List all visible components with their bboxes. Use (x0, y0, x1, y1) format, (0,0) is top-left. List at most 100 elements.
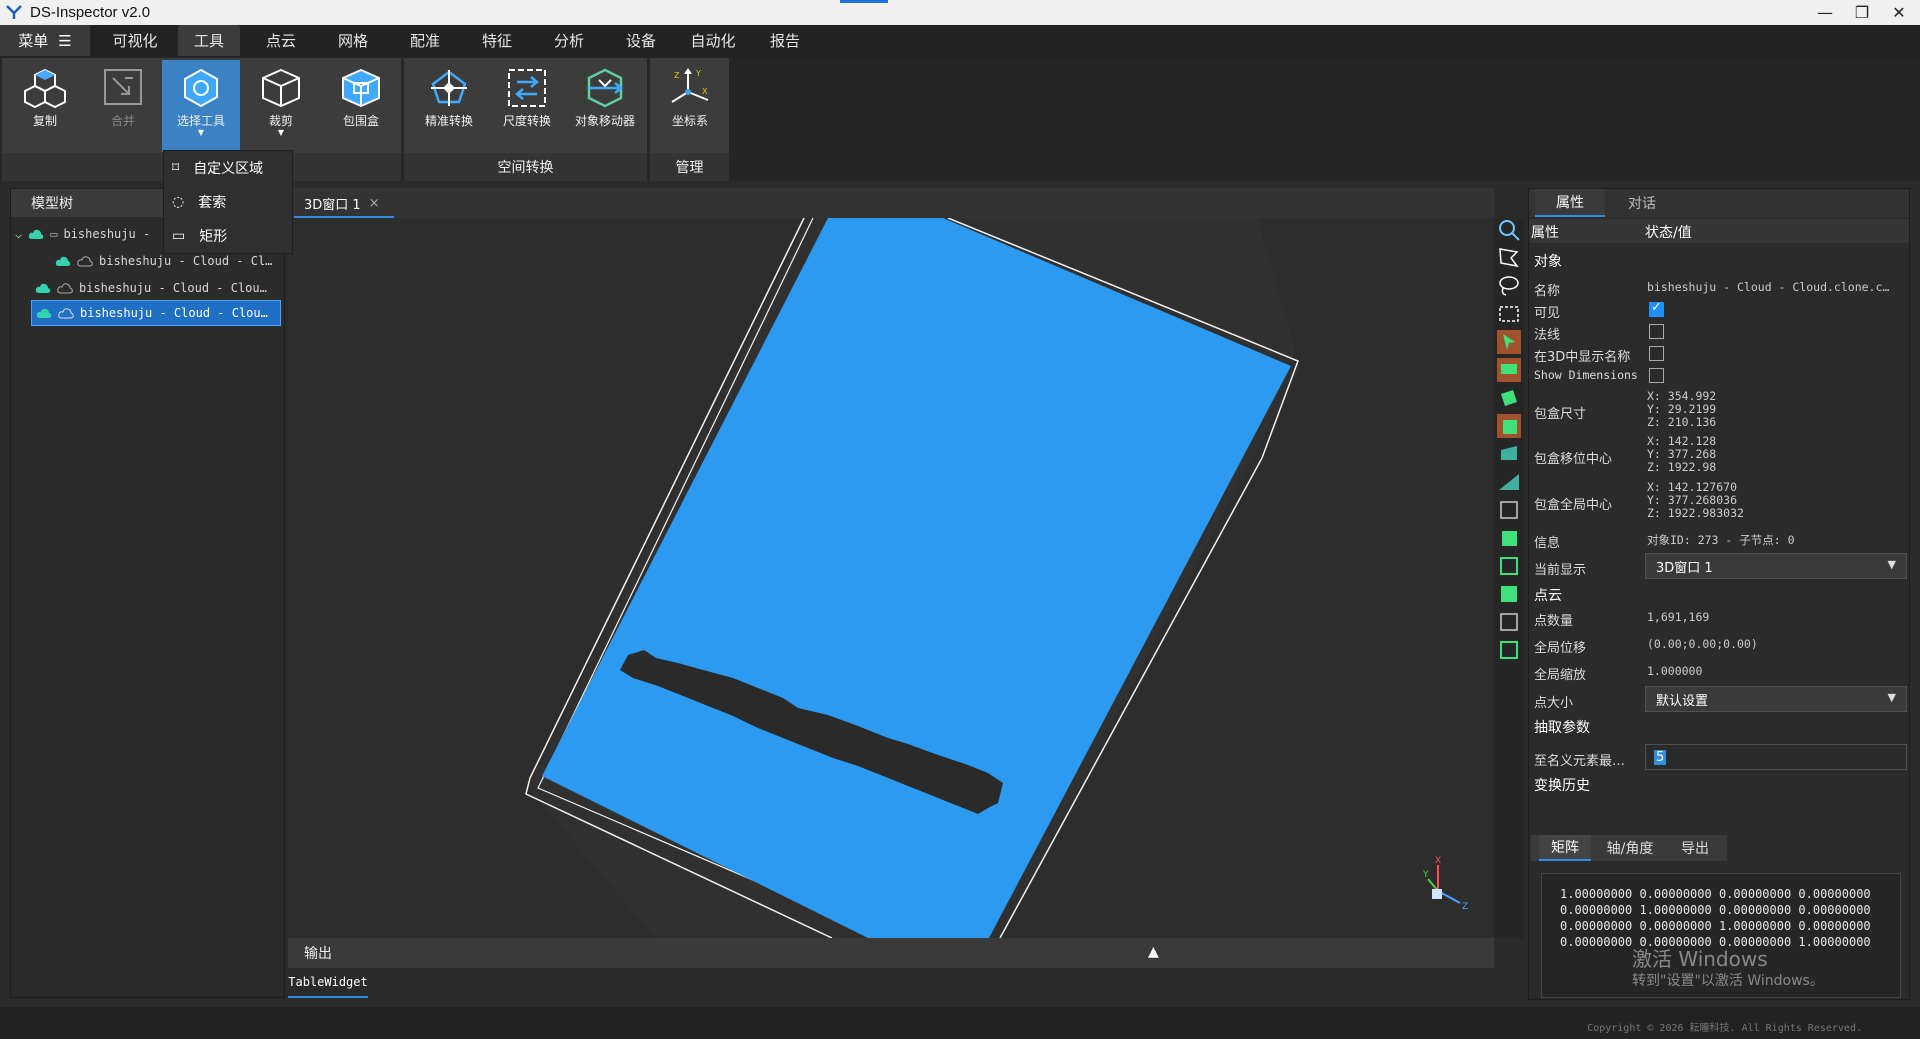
merge-icon (104, 69, 142, 105)
rectangle-label: 矩形 (199, 229, 228, 245)
view-top-icon[interactable] (1497, 358, 1521, 382)
view-front-icon[interactable] (1497, 386, 1521, 410)
output-panel: TableWidget (288, 968, 1494, 1002)
pointcloud-render[interactable] (288, 218, 1494, 938)
pointer-tool-icon[interactable] (1497, 330, 1521, 354)
menu-report[interactable]: 报告 (754, 25, 816, 56)
view-iso4-icon[interactable] (1497, 610, 1521, 634)
lasso-tool-icon[interactable] (1497, 274, 1521, 298)
prop-name-key: 名称 (1534, 284, 1561, 299)
view-right-icon[interactable] (1497, 470, 1521, 494)
tab-tablewidget[interactable]: TableWidget (288, 968, 368, 998)
normals-checkbox[interactable] (1649, 324, 1664, 339)
properties-tabbar: 属性 对话 (1529, 189, 1909, 217)
rect-select-tool-icon[interactable] (1497, 302, 1521, 326)
select-tool-button[interactable]: 选择工具 ▼ (162, 60, 240, 152)
merge-label: 合并 (110, 114, 135, 128)
cloud-visible-icon[interactable] (55, 255, 71, 267)
point-size-select[interactable]: 默认设置 ▼ (1645, 686, 1907, 712)
section-sampling: 抽取参数 (1534, 720, 1590, 736)
menu-device[interactable]: 设备 (610, 25, 672, 56)
zoom-fit-icon[interactable] (1497, 218, 1521, 242)
crop-chevron-icon: ▼ (277, 128, 285, 137)
tab-export[interactable]: 导出 (1669, 835, 1721, 861)
bounding-box-icon (342, 68, 380, 108)
tab-3d-view[interactable]: 3D窗口 1 × (294, 190, 394, 218)
section-transform-history: 变换历史 (1534, 778, 1590, 794)
show-name-checkbox[interactable] (1649, 346, 1664, 361)
rectangle-select-icon: ▭ (172, 228, 186, 244)
tree-row[interactable]: ⌵ ▭ bisheshuju - (15, 221, 150, 247)
menu-visualization[interactable]: 可视化 (102, 25, 168, 56)
expand-chevron-icon[interactable]: ⌵ (15, 227, 22, 241)
bbox-global-z: Z: 1922.983032 (1647, 506, 1744, 520)
tab-properties[interactable]: 属性 (1535, 189, 1605, 217)
viewport-tabbar: 3D窗口 1 × (288, 188, 1494, 218)
view-bottom-icon[interactable] (1497, 498, 1521, 522)
min-element-input[interactable]: 5 (1645, 744, 1907, 770)
view-back-icon[interactable] (1497, 414, 1521, 438)
tab-matrix[interactable]: 矩阵 (1539, 835, 1591, 861)
dropdown-item-custom-region[interactable]: ⌑ 自定义区域 (164, 151, 292, 185)
3d-viewport[interactable]: X Y Z (288, 218, 1494, 938)
scale-transform-button[interactable]: 尺度转换 (488, 60, 566, 150)
axis-gizmo-icon: X Y Z (1422, 856, 1468, 912)
tree-row-label: bisheshuju - Cloud - Clou… (79, 281, 267, 295)
close-button[interactable]: ✕ (1882, 0, 1916, 25)
visible-checkbox[interactable] (1649, 300, 1664, 317)
object-mover-label: 对象移动器 (574, 114, 635, 128)
tab-axis-angle[interactable]: 轴/角度 (1595, 835, 1665, 861)
tree-row[interactable]: bisheshuju - Cloud - Clou… (35, 275, 267, 301)
view-iso2-icon[interactable] (1497, 554, 1521, 578)
main-menu-label: 菜单 (18, 32, 49, 50)
prop-name-value[interactable]: bisheshuju - Cloud - Cloud.clone.c… (1647, 280, 1889, 294)
menu-mesh[interactable]: 网格 (322, 25, 384, 56)
title-bar: DS-Inspector v2.0 — ❐ ✕ (0, 0, 1920, 25)
show-dims-checkbox[interactable] (1649, 368, 1664, 383)
cloud-visible-icon[interactable] (28, 228, 44, 240)
copy-button[interactable]: 复制 (6, 60, 84, 150)
coordinate-system-button[interactable]: Y Z X 坐标系 (651, 60, 729, 150)
minimize-button[interactable]: — (1808, 0, 1842, 25)
view-iso1-icon[interactable] (1497, 526, 1521, 550)
view-toolstrip (1494, 218, 1524, 938)
polygon-select-icon: ⌑ (172, 160, 180, 176)
menu-tools[interactable]: 工具 (178, 25, 240, 56)
view-iso3-icon[interactable] (1497, 582, 1521, 606)
menu-registration[interactable]: 配准 (394, 25, 456, 56)
model-tree-panel: 模型树 ⌵ ▭ bisheshuju - bisheshuju - Cloud … (10, 188, 286, 998)
menu-features[interactable]: 特征 (466, 25, 528, 56)
restore-button[interactable]: ❐ (1845, 0, 1879, 25)
status-bar: Copyright © 2026 耘瞳科技. All Rights Reserv… (0, 1007, 1920, 1039)
activation-watermark-title: 激活 Windows (1632, 947, 1768, 971)
menu-pointcloud[interactable]: 点云 (250, 25, 312, 56)
menu-analysis[interactable]: 分析 (538, 25, 600, 56)
crop-button[interactable]: 裁剪 ▼ (242, 60, 320, 150)
menu-automation[interactable]: 自动化 (678, 25, 748, 56)
expand-up-icon[interactable]: ▲ (1148, 944, 1159, 960)
prop-global-shift-value: (0.00;0.00;0.00) (1647, 637, 1758, 651)
tab-dialog[interactable]: 对话 (1607, 189, 1677, 217)
dropdown-item-rectangle[interactable]: ▭ 矩形 (164, 219, 292, 253)
coordinate-system-icon: Y Z X (671, 68, 709, 103)
merge-button[interactable]: 合并 (84, 60, 162, 150)
bounding-box-button[interactable]: 包围盒 (322, 60, 400, 150)
output-panel-header[interactable]: 输出 ▲ (288, 938, 1494, 968)
tab-close-icon[interactable]: × (369, 196, 380, 211)
object-mover-button[interactable]: 对象移动器 (566, 60, 644, 150)
current-display-select[interactable]: 3D窗口 1 ▼ (1645, 553, 1907, 579)
tree-row-selected[interactable]: bisheshuju - Cloud - Clou… (31, 300, 281, 326)
cloud-visible-icon[interactable] (35, 282, 51, 294)
view-iso5-icon[interactable] (1497, 638, 1521, 662)
prop-bbox-size-key: 包盒尺寸 (1534, 407, 1587, 422)
polygon-select-tool-icon[interactable] (1497, 246, 1521, 270)
view-left-icon[interactable] (1497, 442, 1521, 466)
cloud-visible-icon[interactable] (36, 307, 52, 319)
menu-bar: 菜单 ☰ 可视化 工具 点云 网格 配准 特征 分析 设备 自动化 报告 (0, 25, 1920, 58)
bbox-size-z: Z: 210.136 (1647, 415, 1717, 429)
precise-transform-button[interactable]: 精准转换 (410, 60, 488, 150)
pointcloud-icon (57, 283, 73, 294)
precise-transform-label: 精准转换 (424, 114, 473, 128)
main-menu-button[interactable]: 菜单 ☰ (0, 25, 90, 56)
dropdown-item-lasso[interactable]: ◌ 套索 (164, 185, 292, 219)
